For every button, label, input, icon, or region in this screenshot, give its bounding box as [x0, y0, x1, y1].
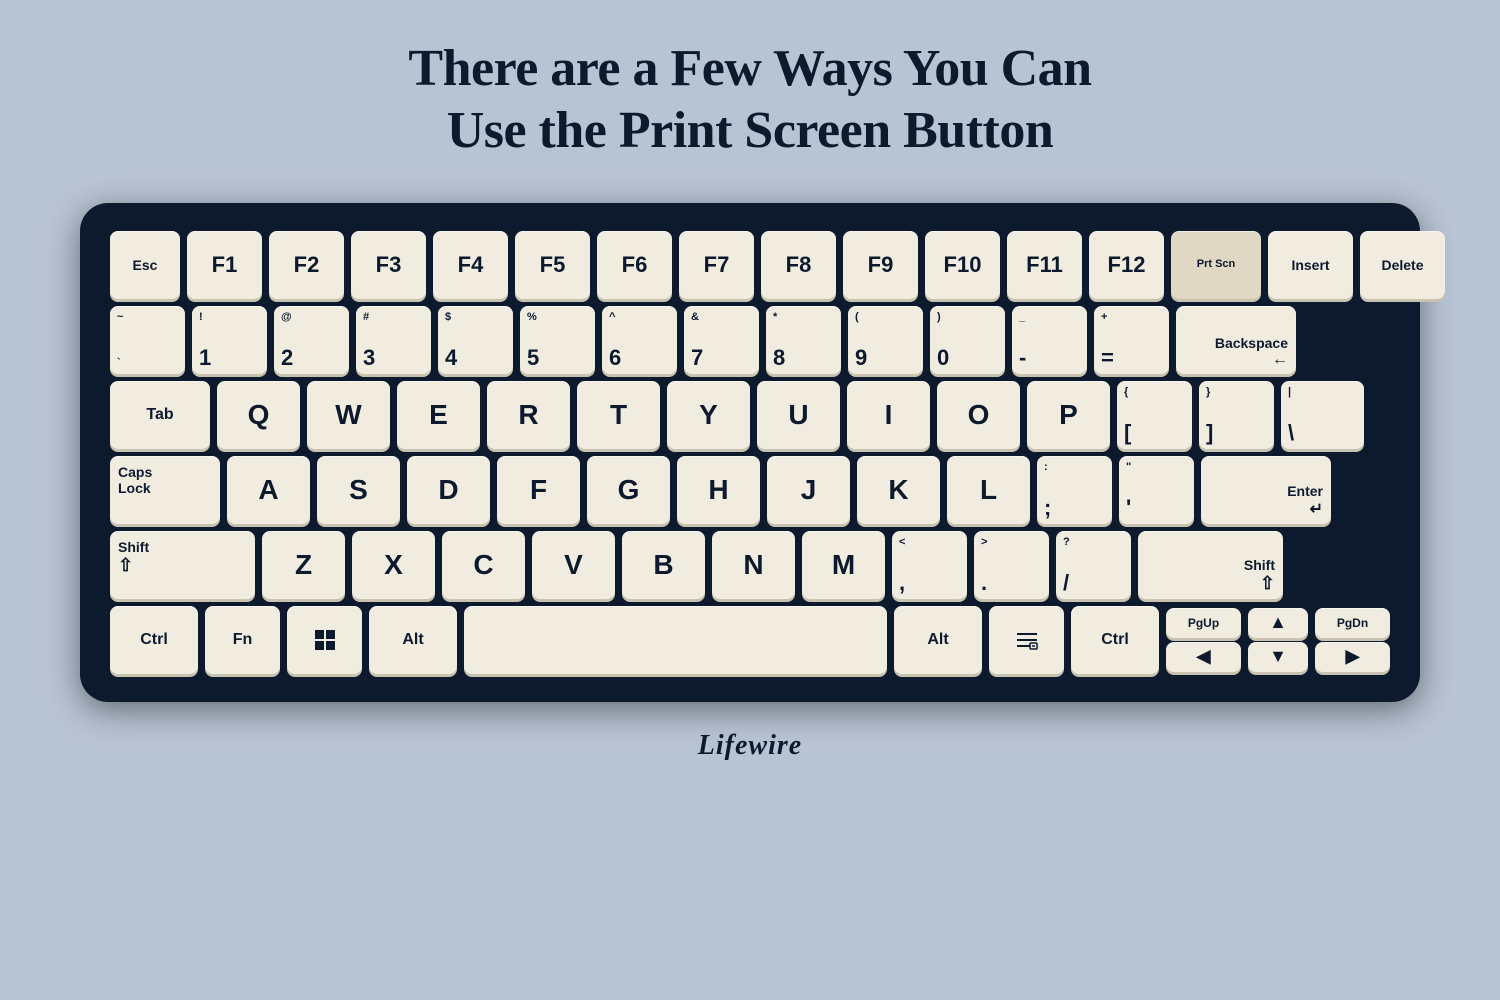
key-tilde[interactable]: ~ `	[110, 306, 185, 374]
key-ctrl-left[interactable]: Ctrl	[110, 606, 198, 674]
key-e[interactable]: E	[397, 381, 480, 449]
key-right[interactable]: ▶	[1315, 642, 1390, 672]
key-tab[interactable]: Tab	[110, 381, 210, 449]
key-f6[interactable]: F6	[597, 231, 672, 299]
key-esc[interactable]: Esc	[110, 231, 180, 299]
key-semicolon[interactable]: : ;	[1037, 456, 1112, 524]
key-b[interactable]: B	[622, 531, 705, 599]
key-3[interactable]: # 3	[356, 306, 431, 374]
key-5[interactable]: % 5	[520, 306, 595, 374]
key-f2[interactable]: F2	[269, 231, 344, 299]
key-ctrl-right[interactable]: Ctrl	[1071, 606, 1159, 674]
bottom-row: Ctrl Fn Alt Alt Ctrl PgUp	[110, 606, 1390, 674]
key-r[interactable]: R	[487, 381, 570, 449]
key-f[interactable]: F	[497, 456, 580, 524]
key-4[interactable]: $ 4	[438, 306, 513, 374]
qwerty-row: Tab Q W E R T Y U I O P { [ } ] | \	[110, 381, 1390, 449]
brand-logo: Lifewire	[698, 730, 802, 762]
key-pgdn[interactable]: PgDn	[1315, 608, 1390, 638]
key-lbracket[interactable]: { [	[1117, 381, 1192, 449]
function-row: Esc F1 F2 F3 F4 F5 F6 F7 F8 F9 F10 F11 F…	[110, 231, 1390, 299]
key-f1[interactable]: F1	[187, 231, 262, 299]
key-prtscn[interactable]: Prt Scn	[1171, 231, 1261, 299]
key-7[interactable]: & 7	[684, 306, 759, 374]
key-capslock[interactable]: Caps Lock	[110, 456, 220, 524]
key-rbracket[interactable]: } ]	[1199, 381, 1274, 449]
key-g[interactable]: G	[587, 456, 670, 524]
key-backslash[interactable]: | \	[1281, 381, 1364, 449]
key-equals[interactable]: + =	[1094, 306, 1169, 374]
key-z[interactable]: Z	[262, 531, 345, 599]
key-f12[interactable]: F12	[1089, 231, 1164, 299]
key-1[interactable]: ! 1	[192, 306, 267, 374]
key-comma[interactable]: < ,	[892, 531, 967, 599]
key-j[interactable]: J	[767, 456, 850, 524]
key-p[interactable]: P	[1027, 381, 1110, 449]
key-f11[interactable]: F11	[1007, 231, 1082, 299]
key-delete[interactable]: Delete	[1360, 231, 1445, 299]
key-enter[interactable]: Enter ↵	[1201, 456, 1331, 524]
key-2[interactable]: @ 2	[274, 306, 349, 374]
key-period[interactable]: > .	[974, 531, 1049, 599]
key-fn[interactable]: Fn	[205, 606, 280, 674]
key-f4[interactable]: F4	[433, 231, 508, 299]
key-quote[interactable]: " '	[1119, 456, 1194, 524]
key-pgup[interactable]: PgUp	[1166, 608, 1241, 638]
key-d[interactable]: D	[407, 456, 490, 524]
page-title: There are a Few Ways You Can Use the Pri…	[408, 38, 1091, 163]
key-f3[interactable]: F3	[351, 231, 426, 299]
asdf-row: Caps Lock A S D F G H J K L : ; " ' Ente…	[110, 456, 1390, 524]
number-row: ~ ` ! 1 @ 2 # 3 $ 4 % 5 ^ 6 & 7	[110, 306, 1390, 374]
keyboard: Esc F1 F2 F3 F4 F5 F6 F7 F8 F9 F10 F11 F…	[80, 203, 1420, 702]
key-up[interactable]: ▲	[1248, 608, 1308, 638]
key-win[interactable]	[287, 606, 362, 674]
key-u[interactable]: U	[757, 381, 840, 449]
key-minus[interactable]: _ -	[1012, 306, 1087, 374]
key-y[interactable]: Y	[667, 381, 750, 449]
zxcv-row: Shift ⇧ Z X C V B N M < , > . ? / Shift …	[110, 531, 1390, 599]
key-9[interactable]: ( 9	[848, 306, 923, 374]
key-menu[interactable]	[989, 606, 1064, 674]
key-x[interactable]: X	[352, 531, 435, 599]
key-f8[interactable]: F8	[761, 231, 836, 299]
key-alt-left[interactable]: Alt	[369, 606, 457, 674]
key-a[interactable]: A	[227, 456, 310, 524]
key-n[interactable]: N	[712, 531, 795, 599]
key-shift-right[interactable]: Shift ⇧	[1138, 531, 1283, 599]
key-8[interactable]: * 8	[766, 306, 841, 374]
key-backspace[interactable]: Backspace ←	[1176, 306, 1296, 374]
key-h[interactable]: H	[677, 456, 760, 524]
key-0[interactable]: ) 0	[930, 306, 1005, 374]
key-i[interactable]: I	[847, 381, 930, 449]
key-f10[interactable]: F10	[925, 231, 1000, 299]
key-v[interactable]: V	[532, 531, 615, 599]
key-shift-left[interactable]: Shift ⇧	[110, 531, 255, 599]
key-left[interactable]: ◀	[1166, 642, 1241, 672]
key-f9[interactable]: F9	[843, 231, 918, 299]
key-c[interactable]: C	[442, 531, 525, 599]
key-f7[interactable]: F7	[679, 231, 754, 299]
key-w[interactable]: W	[307, 381, 390, 449]
key-alt-right[interactable]: Alt	[894, 606, 982, 674]
key-k[interactable]: K	[857, 456, 940, 524]
key-insert[interactable]: Insert	[1268, 231, 1353, 299]
key-f5[interactable]: F5	[515, 231, 590, 299]
key-s[interactable]: S	[317, 456, 400, 524]
key-m[interactable]: M	[802, 531, 885, 599]
key-l[interactable]: L	[947, 456, 1030, 524]
key-space[interactable]	[464, 606, 887, 674]
key-o[interactable]: O	[937, 381, 1020, 449]
key-q[interactable]: Q	[217, 381, 300, 449]
key-slash[interactable]: ? /	[1056, 531, 1131, 599]
key-t[interactable]: T	[577, 381, 660, 449]
key-down[interactable]: ▼	[1248, 642, 1308, 672]
key-6[interactable]: ^ 6	[602, 306, 677, 374]
